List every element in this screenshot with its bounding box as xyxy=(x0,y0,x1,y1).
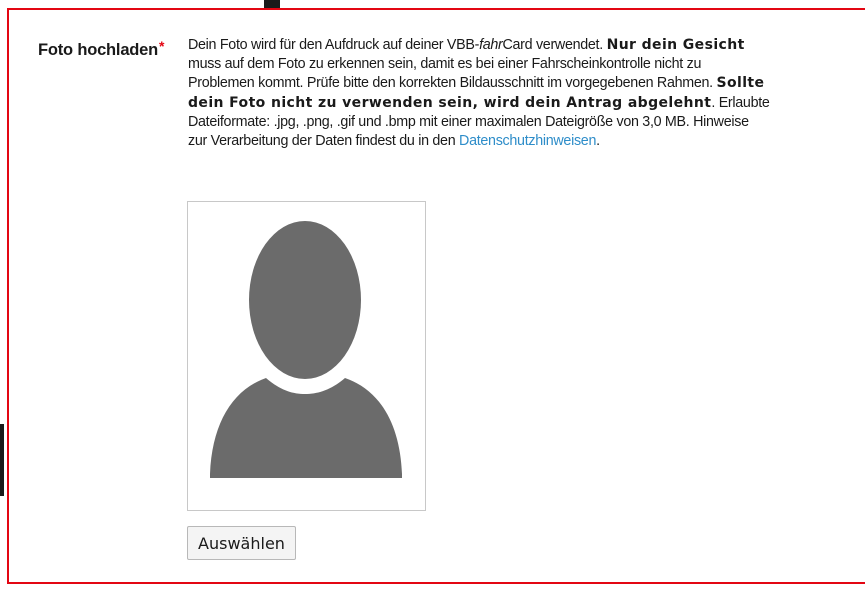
description-text: zur Verarbeitung der Daten findest du in… xyxy=(188,133,460,150)
description-line-2: muss auf dem Foto zu erkennen sein, dami… xyxy=(188,55,838,74)
person-silhouette-icon xyxy=(210,221,402,478)
photo-upload-description: Dein Foto wird für den Aufdruck auf dein… xyxy=(188,36,838,151)
choose-file-button[interactable]: Auswählen xyxy=(187,526,296,560)
page: Foto hochladen* Dein Foto wird für den A… xyxy=(0,0,865,589)
photo-upload-label-text: Foto hochladen xyxy=(38,41,159,59)
left-edge-mark xyxy=(0,424,4,496)
description-bold-text: dein Foto nicht zu verwenden sein, wird … xyxy=(188,94,712,111)
description-text: Dein Foto wird für den Aufdruck auf dein… xyxy=(188,37,480,53)
description-italic-text: fahr xyxy=(479,37,503,53)
description-text: Card verwendet. xyxy=(502,37,607,53)
description-bold-text: Sollte xyxy=(716,75,765,92)
photo-preview-frame xyxy=(187,201,426,511)
description-text: . Erlaubte xyxy=(711,94,770,111)
top-strip xyxy=(0,0,865,8)
required-marker: * xyxy=(159,38,165,54)
description-bold-text: Nur dein Gesicht xyxy=(606,37,745,53)
description-text: muss auf dem Foto zu erkennen sein, dami… xyxy=(188,56,702,73)
description-text: . xyxy=(596,133,600,150)
description-text: Problemen kommt. Prüfe bitte den korrekt… xyxy=(188,75,717,92)
privacy-notice-link[interactable]: Datenschutzhinweisen xyxy=(459,133,596,149)
photo-upload-label: Foto hochladen* xyxy=(38,38,164,60)
description-text: Dateiformate: .jpg, .png, .gif und .bmp … xyxy=(188,113,749,130)
description-line-3: Problemen kommt. Prüfe bitte den korrekt… xyxy=(188,74,838,93)
description-line-1: Dein Foto wird für den Aufdruck auf dein… xyxy=(188,36,838,55)
description-line-4: dein Foto nicht zu verwenden sein, wird … xyxy=(188,94,838,113)
description-line-5: Dateiformate: .jpg, .png, .gif und .bmp … xyxy=(188,113,838,132)
description-line-6: zur Verarbeitung der Daten findest du in… xyxy=(188,132,838,151)
